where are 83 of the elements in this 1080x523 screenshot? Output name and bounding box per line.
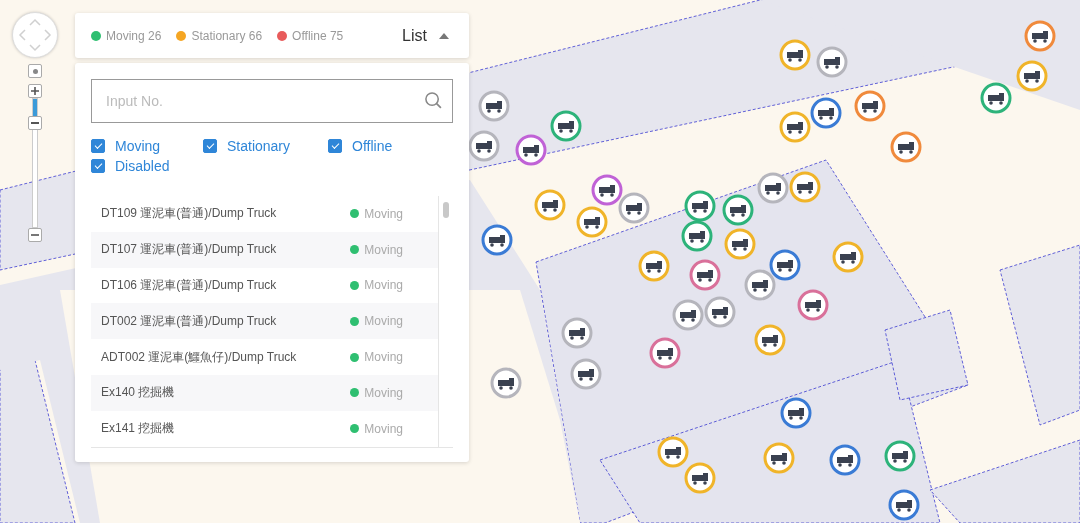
vehicle-marker-icon[interactable] bbox=[779, 111, 811, 143]
vehicle-name: DT106 運泥車(普通)/Dump Truck bbox=[101, 277, 277, 294]
vehicle-marker-icon[interactable] bbox=[797, 289, 829, 321]
vehicle-marker-icon[interactable] bbox=[722, 194, 754, 226]
vehicle-marker-icon[interactable] bbox=[816, 46, 848, 78]
zoom-in-icon[interactable] bbox=[28, 84, 42, 98]
vehicle-marker-icon[interactable] bbox=[550, 110, 582, 142]
vehicle-marker-icon[interactable] bbox=[780, 397, 812, 429]
scrollbar-thumb[interactable] bbox=[443, 202, 449, 218]
vehicle-marker-icon[interactable] bbox=[684, 462, 716, 494]
vehicle-marker-icon[interactable] bbox=[672, 299, 704, 331]
vehicle-marker-icon[interactable] bbox=[810, 97, 842, 129]
vehicle-marker-icon[interactable] bbox=[534, 189, 566, 221]
vehicle-marker-icon[interactable] bbox=[829, 444, 861, 476]
checkbox[interactable] bbox=[91, 159, 105, 173]
checkbox[interactable] bbox=[203, 139, 217, 153]
vehicle-marker-icon[interactable] bbox=[1016, 60, 1048, 92]
vehicle-row[interactable]: Ex141 挖掘機 Moving bbox=[91, 410, 438, 447]
vehicle-row[interactable]: DT107 運泥車(普通)/Dump Truck Moving bbox=[91, 231, 438, 268]
vehicle-name: ADT002 運泥車(鱷魚仔)/Dump Truck bbox=[101, 348, 297, 366]
vehicle-name: DT109 運泥車(普通)/Dump Truck bbox=[101, 205, 277, 223]
checkbox-label[interactable]: Disabled bbox=[115, 158, 170, 174]
vehicle-name: Ex141 挖掘機 bbox=[101, 420, 175, 438]
checkbox-label[interactable]: Moving bbox=[115, 138, 161, 154]
checkbox[interactable] bbox=[91, 139, 105, 153]
search-field[interactable]: Input No. bbox=[91, 79, 453, 123]
status-label: Moving bbox=[364, 206, 403, 221]
legend-label: Stationary 66 bbox=[191, 28, 263, 43]
vehicle-marker-icon[interactable] bbox=[649, 337, 681, 369]
vehicle-marker-icon[interactable] bbox=[570, 358, 602, 390]
vehicle-marker-icon[interactable] bbox=[1024, 20, 1056, 52]
status-label: Moving bbox=[364, 242, 403, 257]
center-button[interactable] bbox=[28, 64, 42, 78]
vehicle-name: DT002 運泥車(普通)/Dump Truck bbox=[101, 312, 277, 330]
vehicle-marker-icon[interactable] bbox=[561, 317, 593, 349]
vehicle-marker-icon[interactable] bbox=[854, 90, 886, 122]
status-label: Moving bbox=[364, 421, 403, 436]
vehicle-marker-icon[interactable] bbox=[789, 171, 821, 203]
vehicle-marker-icon[interactable] bbox=[754, 324, 786, 356]
checkbox-label[interactable]: Offline bbox=[352, 138, 393, 154]
vehicle-marker-icon[interactable] bbox=[681, 220, 713, 252]
vehicle-marker-icon[interactable] bbox=[576, 206, 608, 238]
vehicle-marker-icon[interactable] bbox=[638, 250, 670, 282]
vehicle-row[interactable]: Ex140 挖掘機 Moving bbox=[91, 375, 438, 411]
vehicle-marker-icon[interactable] bbox=[618, 192, 650, 224]
checkbox-label[interactable]: Stationary bbox=[227, 138, 291, 154]
vehicle-marker-icon[interactable] bbox=[890, 131, 922, 163]
vehicle-marker-icon[interactable] bbox=[515, 134, 547, 166]
vehicle-marker-icon[interactable] bbox=[724, 228, 756, 260]
vehicle-marker-icon[interactable] bbox=[478, 90, 510, 122]
vehicle-marker-icon[interactable] bbox=[490, 367, 522, 399]
vehicle-marker-icon[interactable] bbox=[832, 241, 864, 273]
status-label: Moving bbox=[364, 314, 403, 329]
vehicle-marker-icon[interactable] bbox=[980, 82, 1012, 114]
vehicle-marker-icon[interactable] bbox=[779, 39, 811, 71]
vehicle-marker-icon[interactable] bbox=[757, 172, 789, 204]
vehicle-marker-icon[interactable] bbox=[684, 190, 716, 222]
status-label: Moving bbox=[364, 385, 403, 400]
search-icon[interactable] bbox=[424, 91, 443, 110]
checkbox[interactable] bbox=[328, 139, 342, 153]
vehicle-marker-icon[interactable] bbox=[763, 442, 795, 474]
vehicle-marker-icon[interactable] bbox=[769, 249, 801, 281]
legend-label: Offline 75 bbox=[292, 28, 344, 43]
vehicle-row[interactable]: DT109 運泥車(普通)/Dump Truck Moving bbox=[91, 196, 438, 232]
vehicle-marker-icon[interactable] bbox=[888, 489, 920, 521]
vehicle-row[interactable]: ADT002 運泥車(鱷魚仔)/Dump Truck Moving bbox=[91, 339, 438, 375]
vehicle-name: Ex140 挖掘機 bbox=[101, 384, 175, 402]
caret-icon bbox=[439, 32, 449, 39]
status-label: Moving bbox=[364, 350, 403, 365]
list-toggle[interactable]: List bbox=[402, 24, 449, 47]
vehicle-row[interactable]: DT002 運泥車(普通)/Dump Truck Moving bbox=[91, 303, 438, 340]
zoom-out-icon[interactable] bbox=[28, 228, 42, 242]
vehicle-marker-icon[interactable] bbox=[657, 436, 689, 468]
vehicle-marker-icon[interactable] bbox=[884, 440, 916, 472]
vehicle-marker-icon[interactable] bbox=[591, 174, 623, 206]
vehicle-marker-icon[interactable] bbox=[704, 296, 736, 328]
vehicle-row[interactable]: DT106 運泥車(普通)/Dump Truck Moving bbox=[91, 267, 438, 304]
vehicle-marker-icon[interactable] bbox=[744, 269, 776, 301]
status-label: Moving bbox=[364, 278, 403, 293]
vehicle-name: DT107 運泥車(普通)/Dump Truck bbox=[101, 241, 277, 259]
vehicle-marker-icon[interactable] bbox=[689, 259, 721, 291]
legend-label: Moving 26 bbox=[106, 28, 162, 43]
vehicle-marker-icon[interactable] bbox=[481, 224, 513, 256]
